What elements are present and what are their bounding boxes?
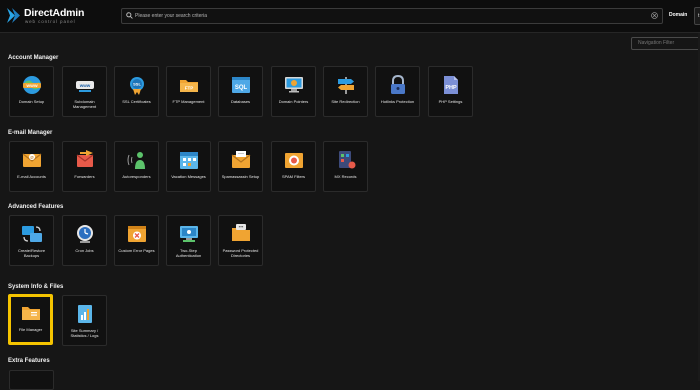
section-title-extra-features: Extra Features: [8, 358, 50, 364]
sql-database-icon: SQL: [232, 77, 250, 93]
navigation-filter-input[interactable]: [631, 37, 700, 50]
section-title-account-manager: Account Manager: [8, 55, 59, 61]
section-title-email-manager: E-mail Manager: [8, 130, 53, 136]
signpost-icon: [338, 77, 354, 94]
search-icon: [126, 12, 133, 19]
tile-domain-setup[interactable]: WWW Domain Setup: [9, 66, 54, 117]
tile-site-summary-statistics-logs[interactable]: Site Summary / Statistics / Logs: [62, 295, 107, 346]
tile-cron-jobs[interactable]: Cron Jobs: [62, 215, 107, 266]
tile-spam-filters[interactable]: SPAM Filters: [271, 141, 316, 192]
clock-icon: [77, 225, 93, 243]
subdomain-www-icon: www: [76, 81, 94, 92]
domain-select-button[interactable]: t: [694, 7, 700, 25]
forward-arrow-icon: [76, 150, 94, 167]
php-document-icon: PHP: [444, 76, 458, 94]
tile-label: Create/Restore Backups: [17, 248, 46, 258]
auto-reply-icon: [127, 152, 145, 169]
tile-label: Site Redirection: [331, 99, 360, 104]
domain-label: Domain: [669, 12, 688, 18]
tile-label: Databases: [230, 99, 251, 104]
mx-records-icon: [339, 151, 356, 169]
spam-envelope-icon: [231, 151, 251, 168]
tile-two-step-authentication[interactable]: Two-Step Authentication: [166, 215, 211, 266]
tile-ftp-management[interactable]: FTP FTP Management: [166, 66, 211, 117]
tile-label: Password Protected Directories: [222, 248, 259, 258]
backup-computer-icon: [22, 226, 42, 242]
tile-vacation-messages[interactable]: Vacation Messages: [166, 141, 211, 192]
tile-site-redirection[interactable]: Site Redirection: [323, 66, 368, 117]
tile-label: Custom Error Pages: [118, 248, 155, 253]
svg-text:FTP: FTP: [185, 86, 194, 91]
svg-text:www: www: [79, 83, 91, 88]
two-step-icon: [180, 226, 198, 242]
tile-label: Cron Jobs: [75, 248, 94, 253]
tile-subdomain-management[interactable]: www Subdomain Management: [62, 66, 107, 117]
tile-custom-error-pages[interactable]: Custom Error Pages: [114, 215, 159, 266]
svg-text:SQL: SQL: [235, 85, 248, 91]
tile-label: File Manager: [18, 327, 43, 332]
section-title-advanced-features: Advanced Features: [8, 204, 64, 210]
tile-domain-pointers[interactable]: Domain Pointers: [271, 66, 316, 117]
brand-name: DirectAdmin: [24, 7, 85, 19]
tile-ssl-certificates[interactable]: SSL SSL Certificates: [114, 66, 159, 117]
tile-label: E-mail Accounts: [17, 174, 46, 179]
tile-create-restore-backups[interactable]: Create/Restore Backups: [9, 215, 54, 266]
ftp-folder-icon: FTP: [180, 80, 198, 92]
tile-label: Autoresponders: [122, 174, 151, 179]
tile-label: Hotlinks Protection: [380, 99, 415, 104]
password-folder-icon: ***: [232, 224, 250, 241]
search-input[interactable]: [135, 9, 645, 23]
folder-icon: [22, 307, 40, 320]
tile-label: Domain Setup: [18, 99, 45, 104]
tile-autoresponders[interactable]: Autoresponders: [114, 141, 159, 192]
tile-label: MX Records: [334, 174, 357, 179]
svg-text:WWW: WWW: [26, 83, 38, 88]
padlock-icon: [391, 74, 405, 94]
tile-extra-partial[interactable]: [9, 370, 54, 390]
tile-file-manager[interactable]: File Manager: [8, 294, 53, 345]
svg-text:@: @: [30, 155, 34, 160]
tile-label: Subdomain Management: [72, 99, 97, 109]
tile-label: FTP Management: [172, 99, 205, 104]
filter-shield-icon: [285, 153, 303, 168]
brand-tagline: web control panel: [25, 19, 76, 24]
tile-label: Vacation Messages: [171, 174, 206, 179]
tile-mx-records[interactable]: MX Records: [323, 141, 368, 192]
tile-password-protected-directories[interactable]: *** Password Protected Directories: [218, 215, 263, 266]
tile-label: Spamassassin Setup: [221, 174, 260, 179]
clear-search-icon[interactable]: [651, 12, 658, 19]
top-bar: DirectAdmin web control panel Domain t: [0, 0, 700, 33]
tile-label: Two-Step Authentication: [175, 248, 202, 258]
global-search[interactable]: [121, 8, 663, 24]
svg-text:***: ***: [239, 225, 244, 230]
envelope-icon: @: [22, 153, 42, 167]
tile-label: PHP Settings: [438, 99, 463, 104]
svg-text:PHP: PHP: [445, 85, 457, 91]
tile-spamassassin-setup[interactable]: Spamassassin Setup: [218, 141, 263, 192]
tile-label: SSL Certificates: [122, 99, 151, 104]
tile-forwarders[interactable]: Forwarders: [62, 141, 107, 192]
tile-hotlinks-protection[interactable]: Hotlinks Protection: [375, 66, 420, 117]
logo[interactable]: DirectAdmin web control panel: [6, 6, 96, 26]
directadmin-logo-icon: [7, 8, 20, 23]
tile-label: Domain Pointers: [278, 99, 309, 104]
tile-php-settings[interactable]: PHP PHP Settings: [428, 66, 473, 117]
tile-databases[interactable]: SQL Databases: [218, 66, 263, 117]
tile-email-accounts[interactable]: @ E-mail Accounts: [9, 141, 54, 192]
error-page-icon: [128, 226, 146, 242]
statistics-icon: [78, 305, 92, 323]
calendar-icon: [180, 152, 198, 169]
svg-text:SSL: SSL: [133, 82, 141, 87]
section-title-system-info-files: System Info & Files: [8, 284, 64, 290]
tile-label: Forwarders: [74, 174, 95, 179]
ssl-badge-icon: SSL: [130, 77, 144, 95]
tile-label: Site Summary / Statistics / Logs: [70, 328, 99, 338]
monitor-pointer-icon: [285, 77, 303, 93]
globe-www-icon: WWW: [23, 76, 41, 94]
tile-label: SPAM Filters: [281, 174, 306, 179]
